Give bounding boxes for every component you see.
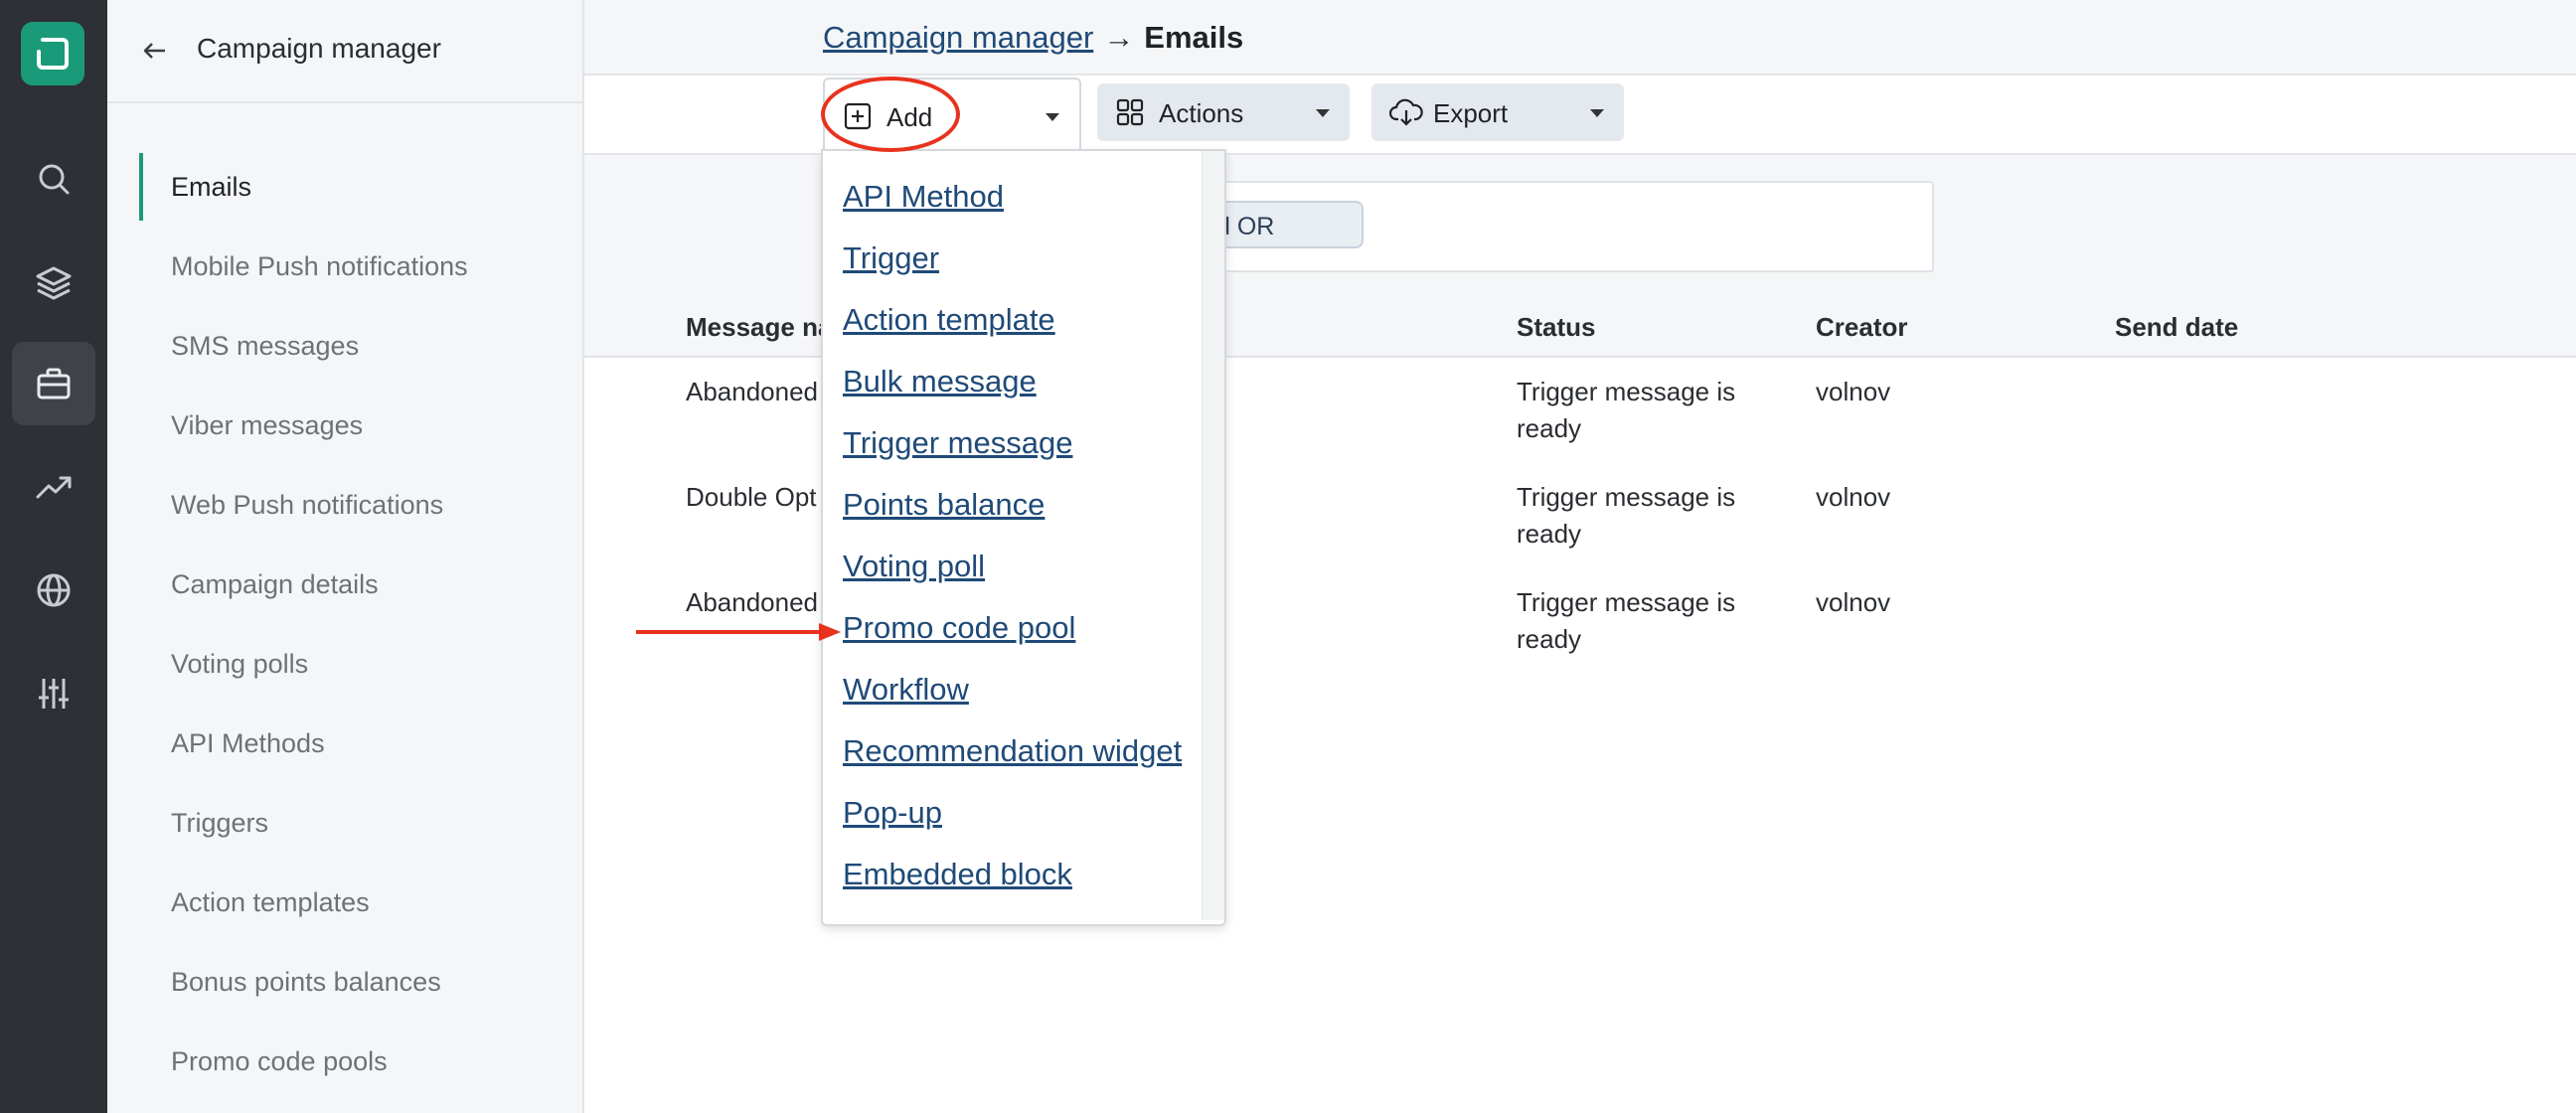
menu-item-points-balance[interactable]: Points balance — [843, 487, 1045, 523]
sidebar-item-api-methods[interactable]: API Methods — [107, 704, 582, 783]
menu-item-bulk-message[interactable]: Bulk message — [843, 364, 1037, 399]
chevron-down-icon — [1590, 109, 1604, 117]
actions-button-label: Actions — [1159, 98, 1244, 128]
sidebar-item-web-push[interactable]: Web Push notifications — [107, 465, 582, 545]
sidebar-item-voting-polls[interactable]: Voting polls — [107, 624, 582, 704]
column-header-name[interactable]: Message na — [686, 312, 832, 343]
sidebar-nav: Emails Mobile Push notifications SMS mes… — [107, 147, 582, 1101]
trending-icon[interactable] — [12, 445, 95, 529]
table-row-name[interactable]: Abandoned — [686, 374, 818, 410]
menu-item-pop-up[interactable]: Pop-up — [843, 795, 942, 831]
menu-item-voting-poll[interactable]: Voting poll — [843, 549, 985, 584]
table-row-name[interactable]: Abandoned — [686, 584, 818, 621]
table-row-status: Trigger message is — [1517, 482, 1736, 512]
column-header-creator[interactable]: Creator — [1816, 312, 1907, 343]
breadcrumb: Campaign manager → Emails — [823, 20, 1243, 56]
breadcrumb-separator: → — [1103, 20, 1135, 55]
settings-sliders-icon[interactable] — [12, 652, 95, 735]
chevron-down-icon — [1046, 113, 1059, 121]
table-row-creator: volnov — [1816, 482, 1891, 512]
column-header-status[interactable]: Status — [1517, 312, 1595, 343]
export-button[interactable]: Export — [1371, 83, 1624, 141]
menu-item-recommendation-widget[interactable]: Recommendation widget — [843, 733, 1182, 769]
briefcase-icon[interactable] — [12, 342, 95, 425]
menu-item-api-method[interactable]: API Method — [843, 179, 1004, 215]
table-row-name[interactable]: Double Opt — [686, 479, 817, 516]
sidebar-item-sms[interactable]: SMS messages — [107, 306, 582, 386]
menu-item-workflow[interactable]: Workflow — [843, 672, 969, 708]
highlight-arrow-icon — [636, 623, 841, 641]
grid-icon — [1115, 97, 1145, 134]
sidebar-item-triggers[interactable]: Triggers — [107, 783, 582, 863]
page-title: Emails — [1144, 20, 1244, 55]
sidebar-item-action-templates[interactable]: Action templates — [107, 863, 582, 942]
sidebar: Campaign manager Emails Mobile Push noti… — [107, 0, 584, 1113]
column-header-send-date[interactable]: Send date — [2115, 312, 2238, 343]
table-row-status: Trigger message is — [1517, 377, 1736, 406]
dropdown-scrollbar[interactable] — [1202, 151, 1224, 920]
search-icon[interactable] — [12, 137, 95, 221]
sidebar-item-mobile-push[interactable]: Mobile Push notifications — [107, 227, 582, 306]
menu-item-trigger-message[interactable]: Trigger message — [843, 425, 1072, 461]
sidebar-header: Campaign manager — [107, 0, 582, 103]
chevron-down-icon — [1316, 109, 1330, 117]
table-row-status: ready — [1517, 519, 1582, 549]
back-arrow-icon[interactable] — [139, 36, 169, 71]
menu-item-trigger[interactable]: Trigger — [843, 240, 939, 276]
sidebar-item-promo-code-pools[interactable]: Promo code pools — [107, 1022, 582, 1101]
menu-item-promo-code-pool[interactable]: Promo code pool — [843, 610, 1075, 646]
globe-icon[interactable] — [12, 549, 95, 632]
add-dropdown-menu: API Method Trigger Action template Bulk … — [821, 149, 1226, 926]
cloud-download-icon — [1388, 97, 1423, 134]
sidebar-item-viber[interactable]: Viber messages — [107, 386, 582, 465]
table-row-creator: volnov — [1816, 587, 1891, 617]
layers-icon[interactable] — [12, 240, 95, 324]
table-row-creator: volnov — [1816, 377, 1891, 406]
menu-item-embedded-block[interactable]: Embedded block — [843, 857, 1072, 892]
sidebar-item-emails[interactable]: Emails — [107, 147, 582, 227]
breadcrumb-parent-link[interactable]: Campaign manager — [823, 20, 1093, 55]
sidebar-item-campaign-details[interactable]: Campaign details — [107, 545, 582, 624]
sidebar-item-bonus-points[interactable]: Bonus points balances — [107, 942, 582, 1022]
header-band: Campaign manager → Emails — [584, 0, 2576, 76]
actions-button[interactable]: Actions — [1097, 83, 1350, 141]
icon-rail — [0, 0, 107, 1113]
sidebar-title: Campaign manager — [197, 33, 441, 64]
table-row-status: ready — [1517, 624, 1582, 654]
export-button-label: Export — [1433, 98, 1509, 128]
menu-item-action-template[interactable]: Action template — [843, 302, 1055, 338]
logo-icon[interactable] — [21, 22, 84, 85]
highlight-ellipse — [821, 77, 960, 152]
table-row-status: Trigger message is — [1517, 587, 1736, 617]
table-row-status: ready — [1517, 413, 1582, 443]
